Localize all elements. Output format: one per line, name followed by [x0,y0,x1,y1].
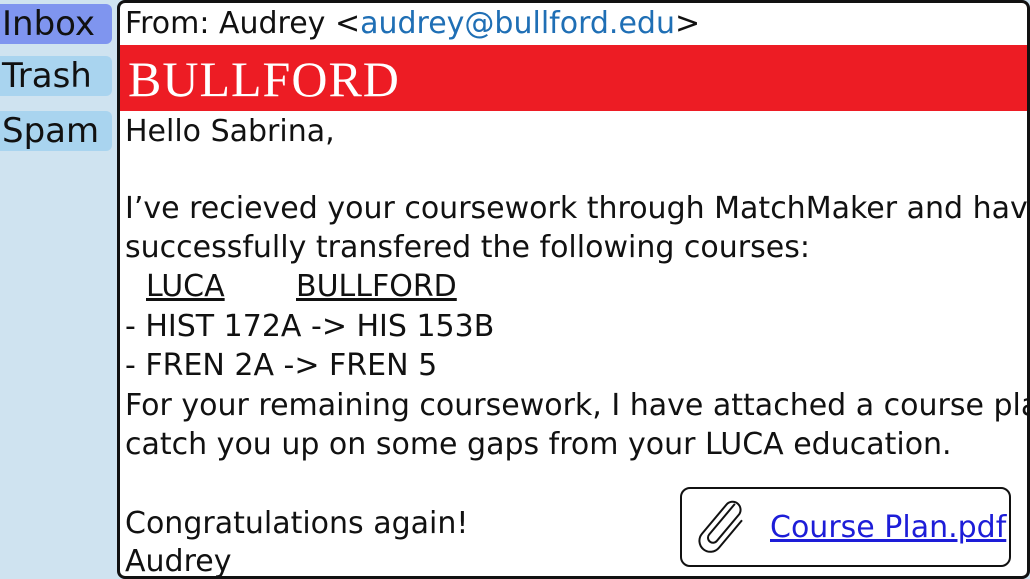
email-body-line: catch you up on some gaps from your LUCA… [125,427,952,462]
from-prefix: From: Audrey < [125,6,361,41]
banner-logo-text: BULLFORD [128,51,400,107]
email-view: From: Audrey <audrey@bullford.edu> BULLF… [117,0,1030,579]
sidebar-item-label: Trash [2,56,92,96]
from-suffix: > [674,6,701,41]
sidebar-item-inbox[interactable]: Inbox [0,4,112,44]
course-transfer-row: - HIST 172A -> HIS 153B [125,309,495,344]
paperclip-icon [698,500,743,553]
sidebar-item-spam[interactable]: Spam [0,111,112,151]
sender-address-link[interactable]: audrey@bullford.edu [360,6,675,41]
course-transfer-row: - FREN 2A -> FREN 5 [125,348,438,383]
attachment-link[interactable]: Course Plan.pdf [770,509,1006,547]
sidebar-item-label: Inbox [2,4,96,44]
email-body-line: For your remaining coursework, I have at… [125,388,1030,423]
email-body-line: I’ve recieved your coursework through Ma… [125,191,1030,226]
column-header-bullford: BULLFORD [296,269,457,304]
sidebar-item-label: Spam [2,111,100,151]
email-closing: Congratulations again! [125,506,469,541]
email-banner: BULLFORD [120,45,1027,111]
email-greeting: Hello Sabrina, [125,114,335,149]
course-table-header: LUCA BULLFORD [125,268,525,306]
column-header-luca: LUCA [146,269,225,304]
sidebar-item-trash[interactable]: Trash [0,56,112,96]
email-from: From: Audrey <audrey@bullford.edu> [125,5,700,43]
email-body-line: successfully transfered the following co… [125,230,810,265]
sidebar: Inbox Trash Spam [0,0,117,579]
attachment-card[interactable]: Course Plan.pdf [680,487,1011,567]
email-signature: Audrey [125,544,232,579]
